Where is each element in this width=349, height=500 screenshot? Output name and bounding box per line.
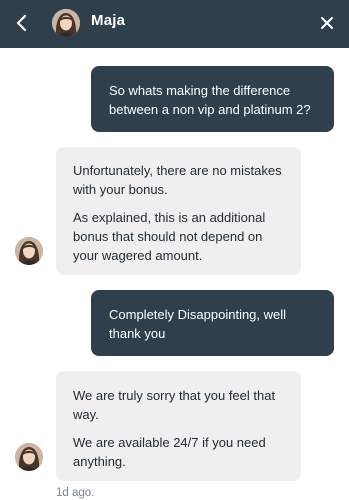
chat-header: Maja [0,0,349,48]
agent-message: We are truly sorry that you feel that wa… [56,371,301,481]
chevron-left-icon [16,14,27,32]
user-message: Completely Disappointing, well thank you [91,290,334,356]
message-text: As explained, this is an additional bonu… [73,210,266,263]
close-icon [321,17,333,29]
message-text: We are available 24/7 if you need anythi… [73,435,266,469]
message-text: Unfortunately, there are no mistakes wit… [73,163,282,197]
user-message: So whats making the difference between a… [91,66,334,132]
agent-message: Unfortunately, there are no mistakes wit… [56,147,301,275]
agent-avatar [15,237,43,265]
message-text: So whats making the difference between a… [109,83,311,117]
message-timestamp: 1d ago. [56,487,95,499]
agent-avatar [15,443,43,471]
agent-avatar [52,9,80,37]
message-text: We are truly sorry that you feel that wa… [73,388,276,422]
agent-name: Maja [91,12,126,29]
message-thread[interactable]: So whats making the difference between a… [0,48,349,500]
message-text: Completely Disappointing, well thank you [109,307,287,341]
close-button[interactable] [313,8,341,38]
back-button[interactable] [8,8,36,38]
